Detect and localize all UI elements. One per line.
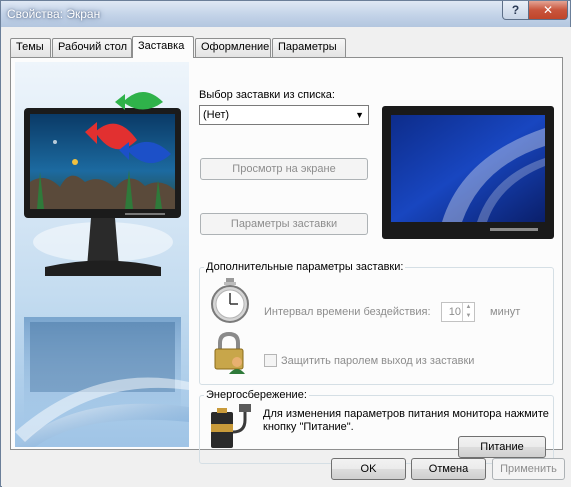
power-button-label: Питание (480, 441, 524, 453)
power-description: Для изменения параметров питания монитор… (263, 408, 549, 433)
screensaver-selected-value: (Нет) (203, 109, 230, 121)
screensaver-settings-button[interactable]: Параметры заставки (200, 213, 368, 235)
extra-settings-group-title: Дополнительные параметры заставки: (204, 261, 406, 273)
dialog-client: Темы Рабочий стол Заставка Оформление Па… (2, 27, 571, 487)
tab-themes[interactable]: Темы (10, 38, 51, 57)
cancel-button[interactable]: Отмена (411, 458, 486, 480)
apply-button-label: Применить (500, 463, 557, 475)
tab-label: Оформление (201, 41, 270, 53)
chevron-down-icon: ▼ (355, 110, 364, 120)
extra-settings-group (199, 267, 554, 385)
password-protect-checkbox[interactable] (264, 354, 277, 367)
settings-button-label: Параметры заставки (230, 218, 338, 230)
power-group-title: Энергосбережение: (204, 389, 309, 401)
window-title: Свойства: Экран (7, 7, 101, 21)
battery-plug-icon (207, 402, 251, 452)
lock-user-icon (211, 331, 247, 374)
stopwatch-icon (209, 278, 251, 324)
tab-label: Темы (16, 41, 44, 53)
preview-button[interactable]: Просмотр на экране (200, 158, 368, 180)
help-button[interactable]: ? (502, 1, 529, 20)
tab-appearance[interactable]: Оформление (195, 38, 271, 57)
idle-interval-value: 10 (448, 306, 461, 318)
display-properties-window: Свойства: Экран ? ✕ Темы Рабочий стол За… (0, 0, 571, 487)
preview-monitor (382, 106, 554, 239)
ok-button-label: OK (360, 463, 377, 475)
close-icon: ✕ (542, 3, 554, 17)
spinner-arrows-icon[interactable]: ▲ ▼ (462, 303, 474, 321)
preview-button-label: Просмотр на экране (232, 163, 336, 175)
tab-label: Заставка (138, 40, 185, 52)
screensaver-select[interactable]: (Нет) ▼ (199, 105, 369, 125)
tab-label: Рабочий стол (58, 41, 128, 53)
screensaver-artwork (15, 62, 189, 447)
idle-interval-unit: минут (490, 306, 521, 318)
cancel-button-label: Отмена (428, 463, 469, 475)
power-button[interactable]: Питание (458, 436, 546, 458)
idle-interval-label: Интервал времени бездействия: (264, 306, 431, 318)
screensaver-select-label: Выбор заставки из списка: (199, 89, 335, 101)
tab-settings[interactable]: Параметры (272, 38, 346, 57)
password-protect-label: Защитить паролем выход из заставки (281, 355, 475, 367)
idle-interval-spinner[interactable]: 10 ▲ ▼ (441, 302, 475, 322)
title-bar[interactable]: Свойства: Экран ? ✕ (1, 1, 570, 27)
ok-button[interactable]: OK (331, 458, 406, 480)
screensaver-tab-panel: Выбор заставки из списка: (Нет) ▼ Просмо… (10, 57, 563, 464)
tab-label: Параметры (278, 41, 337, 53)
close-button[interactable]: ✕ (528, 1, 568, 20)
apply-button[interactable]: Применить (492, 458, 565, 480)
tab-screensaver[interactable]: Заставка (132, 36, 194, 58)
help-icon: ? (511, 3, 520, 17)
tab-desktop[interactable]: Рабочий стол (52, 38, 132, 57)
